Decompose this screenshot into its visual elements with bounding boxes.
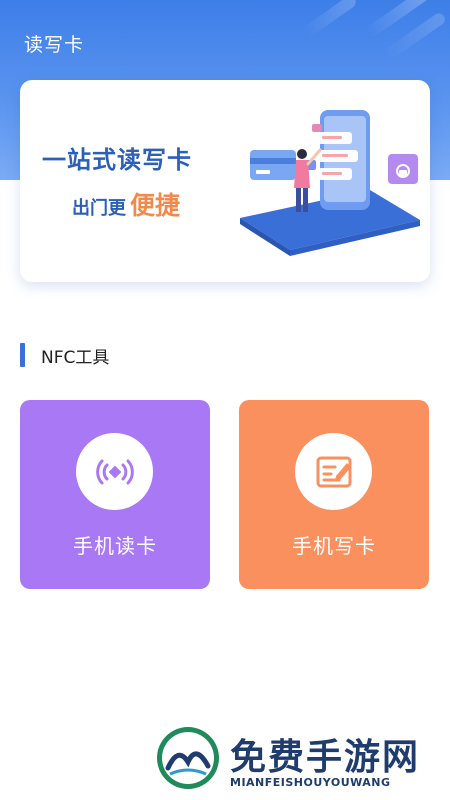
- write-card-icon-circle: [295, 433, 372, 510]
- banner-highlight-text: 便捷: [130, 191, 181, 220]
- banner-illustration: [240, 110, 420, 256]
- write-card-label: 手机写卡: [292, 534, 376, 558]
- read-card-label: 手机读卡: [73, 534, 157, 558]
- section-title: NFC工具: [41, 347, 110, 368]
- watermark-subtitle: MIANFEISHOUYOUWANG: [230, 776, 391, 789]
- section-accent-bar: [20, 343, 25, 367]
- page-title: 读写卡: [24, 34, 85, 56]
- section-header: NFC工具: [20, 342, 109, 368]
- banner-headline: 一站式读写卡: [42, 146, 192, 174]
- header-decoration: [301, 0, 359, 39]
- watermark: 免费手游网 MIANFEISHOUYOUWANG: [150, 722, 450, 800]
- read-card-icon-circle: [76, 433, 153, 510]
- write-card-button[interactable]: 手机写卡: [239, 400, 429, 589]
- watermark-title: 免费手游网: [230, 737, 421, 778]
- banner-subline: 出门更 便捷: [72, 186, 180, 222]
- edit-note-icon: [316, 456, 351, 487]
- promo-banner[interactable]: 一站式读写卡 出门更 便捷: [20, 80, 430, 282]
- nfc-signal-icon: [95, 459, 134, 484]
- read-card-button[interactable]: 手机读卡: [20, 400, 210, 589]
- watermark-logo-icon: [157, 727, 219, 789]
- banner-subline-text: 出门更: [72, 198, 126, 219]
